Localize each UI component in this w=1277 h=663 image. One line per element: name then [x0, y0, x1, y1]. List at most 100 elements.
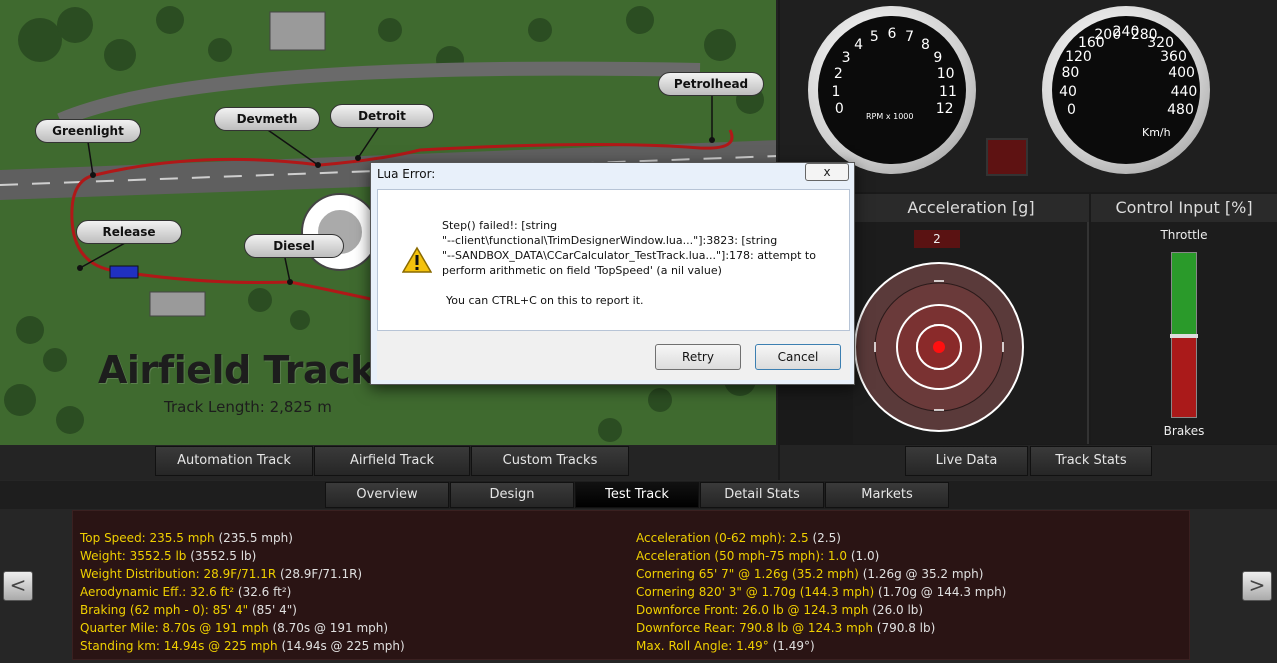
tab-design[interactable]: Design [450, 482, 574, 508]
stat-base-value: (3552.5 lb) [186, 549, 257, 563]
map-pin-greenlight[interactable]: Greenlight [35, 119, 141, 143]
stat-value: Acceleration (0-62 mph): 2.5 [636, 531, 809, 545]
stat-value: Standing km: 14.94s @ 225 mph [80, 639, 278, 653]
retry-button[interactable]: Retry [655, 344, 741, 370]
tachometer-tick-label: 9 [933, 49, 943, 66]
stat-row: Braking (62 mph - 0): 85' 4" (85' 4") [80, 603, 297, 617]
stat-base-value: (28.9F/71.1R) [276, 567, 363, 581]
stat-row: Acceleration (50 mph-75 mph): 1.0 (1.0) [636, 549, 879, 563]
speedometer-tick-label: 0 [1067, 101, 1076, 118]
tachometer-tick-label: 1 [831, 83, 841, 100]
lua-error-dialog: Lua Error: x Step() failed!: [string "--… [370, 162, 855, 385]
stat-base-value: (14.94s @ 225 mph) [277, 639, 405, 653]
tachometer-tick-label: 2 [833, 65, 843, 82]
tachometer-tick-label: 10 [936, 65, 955, 82]
stat-value: Aerodynamic Eff.: 32.6 ft² [80, 585, 235, 599]
track-length: Track Length: 2,825 m [164, 398, 332, 416]
tab-custom-tracks[interactable]: Custom Tracks [471, 446, 629, 476]
map-pin-petrolhead[interactable]: Petrolhead [658, 72, 764, 96]
stat-base-value: (2.5) [808, 531, 841, 545]
tachometer-tick-label: 6 [887, 26, 897, 42]
map-pin-release[interactable]: Release [76, 220, 182, 244]
prev-button[interactable]: < [3, 571, 33, 601]
brakes-label: Brakes [1163, 424, 1205, 438]
stat-row: Max. Roll Angle: 1.49° (1.49°) [636, 639, 815, 653]
stat-base-value: (790.8 lb) [872, 621, 936, 635]
stat-base-value: (1.26g @ 35.2 mph) [858, 567, 984, 581]
tab-airfield-track[interactable]: Airfield Track [314, 446, 470, 476]
warning-icon [402, 246, 432, 273]
tachometer-tick-label: 0 [834, 101, 844, 118]
stat-value: Cornering 65' 7" @ 1.26g (35.2 mph) [636, 567, 859, 581]
speedometer-tick-label: 480 [1167, 101, 1194, 118]
control-input-title: Control Input [%] [1091, 194, 1277, 222]
stat-row: Downforce Rear: 790.8 lb @ 124.3 mph (79… [636, 621, 935, 635]
tachometer-tick-label: 8 [920, 37, 930, 54]
tab-test-track[interactable]: Test Track [575, 482, 699, 508]
stat-base-value: (85' 4") [248, 603, 297, 617]
acceleration-panel: Acceleration [g] 2 [853, 194, 1089, 444]
speedometer-tick-label: 360 [1160, 48, 1187, 65]
stat-base-value: (26.0 lb) [868, 603, 924, 617]
cancel-button[interactable]: Cancel [755, 344, 841, 370]
map-pin-diesel[interactable]: Diesel [244, 234, 344, 258]
map-pin-devmeth[interactable]: Devmeth [214, 107, 320, 131]
dialog-message-line: "--client\functional\TrimDesignerWindow.… [442, 234, 778, 247]
dialog-message-line: Step() failed!: [string [442, 219, 558, 232]
stat-base-value: (8.70s @ 191 mph) [268, 621, 389, 635]
tab-live-data[interactable]: Live Data [905, 446, 1028, 476]
throttle-bar [1170, 252, 1198, 418]
dialog-message-line: "--SANDBOX_DATA\CCarCalculator_TestTrack… [442, 249, 816, 262]
next-button[interactable]: > [1242, 571, 1272, 601]
tachometer-tick-label: 4 [854, 37, 864, 54]
speedometer-unit: Km/h [1142, 126, 1171, 139]
stat-base-value: (1.70g @ 144.3 mph) [874, 585, 1007, 599]
stat-value: Max. Roll Angle: 1.49° [636, 639, 769, 653]
stat-row: Aerodynamic Eff.: 32.6 ft² (32.6 ft²) [80, 585, 291, 599]
stat-row: Acceleration (0-62 mph): 2.5 (2.5) [636, 531, 841, 545]
stat-row: Quarter Mile: 8.70s @ 191 mph (8.70s @ 1… [80, 621, 388, 635]
speedometer-tick-label: 400 [1168, 65, 1195, 82]
stat-base-value: (1.49°) [768, 639, 815, 653]
tachometer-tick-label: 7 [905, 28, 915, 45]
throttle-fill [1172, 253, 1196, 335]
dialog-body: Step() failed!: [string "--client\functi… [377, 189, 850, 331]
stat-row: Downforce Front: 26.0 lb @ 124.3 mph (26… [636, 603, 923, 617]
tab-track-stats[interactable]: Track Stats [1030, 446, 1152, 476]
speedometer-tick-label: 40 [1059, 83, 1077, 100]
control-input-panel: Control Input [%] Throttle Brakes [1091, 194, 1277, 444]
stat-row: Standing km: 14.94s @ 225 mph (14.94s @ … [80, 639, 405, 653]
stat-row: Cornering 820' 3" @ 1.70g (144.3 mph) (1… [636, 585, 1006, 599]
tab-overview[interactable]: Overview [325, 482, 449, 508]
stat-row: Weight: 3552.5 lb (3552.5 lb) [80, 549, 256, 563]
stat-value: Cornering 820' 3" @ 1.70g (144.3 mph) [636, 585, 875, 599]
data-tab-bar [780, 445, 1277, 480]
stat-value: Quarter Mile: 8.70s @ 191 mph [80, 621, 269, 635]
stat-value: Downforce Front: 26.0 lb @ 124.3 mph [636, 603, 869, 617]
tab-markets[interactable]: Markets [825, 482, 949, 508]
throttle-marker [1170, 334, 1198, 338]
g-meter [854, 262, 1024, 432]
stat-base-value: (32.6 ft²) [234, 585, 292, 599]
tab-detail-stats[interactable]: Detail Stats [700, 482, 824, 508]
stat-value: Braking (62 mph - 0): 85' 4" [80, 603, 249, 617]
stat-value: Top Speed: 235.5 mph [80, 531, 215, 545]
stat-row: Cornering 65' 7" @ 1.26g (35.2 mph) (1.2… [636, 567, 983, 581]
dialog-message-line: perform arithmetic on field 'TopSpeed' (… [442, 264, 722, 277]
dialog-message: Step() failed!: [string "--client\functi… [442, 218, 842, 278]
dialog-hint: You can CTRL+C on this to report it. [446, 294, 644, 307]
dialog-title: Lua Error: [377, 167, 436, 181]
stat-base-value: (235.5 mph) [214, 531, 293, 545]
tab-automation-track[interactable]: Automation Track [155, 446, 313, 476]
tachometer-unit: RPM x 1000 [866, 112, 914, 121]
tachometer-tick-label: 12 [935, 101, 954, 118]
stat-row: Top Speed: 235.5 mph (235.5 mph) [80, 531, 293, 545]
warning-lamp [986, 138, 1028, 176]
dialog-close-button[interactable]: x [805, 163, 849, 181]
stat-value: Acceleration (50 mph-75 mph): 1.0 [636, 549, 848, 563]
throttle-label: Throttle [1160, 228, 1208, 242]
stat-value: Weight: 3552.5 lb [80, 549, 187, 563]
map-pin-detroit[interactable]: Detroit [330, 104, 434, 128]
stat-base-value: (1.0) [847, 549, 880, 563]
track-title: Airfield Track [98, 348, 375, 392]
